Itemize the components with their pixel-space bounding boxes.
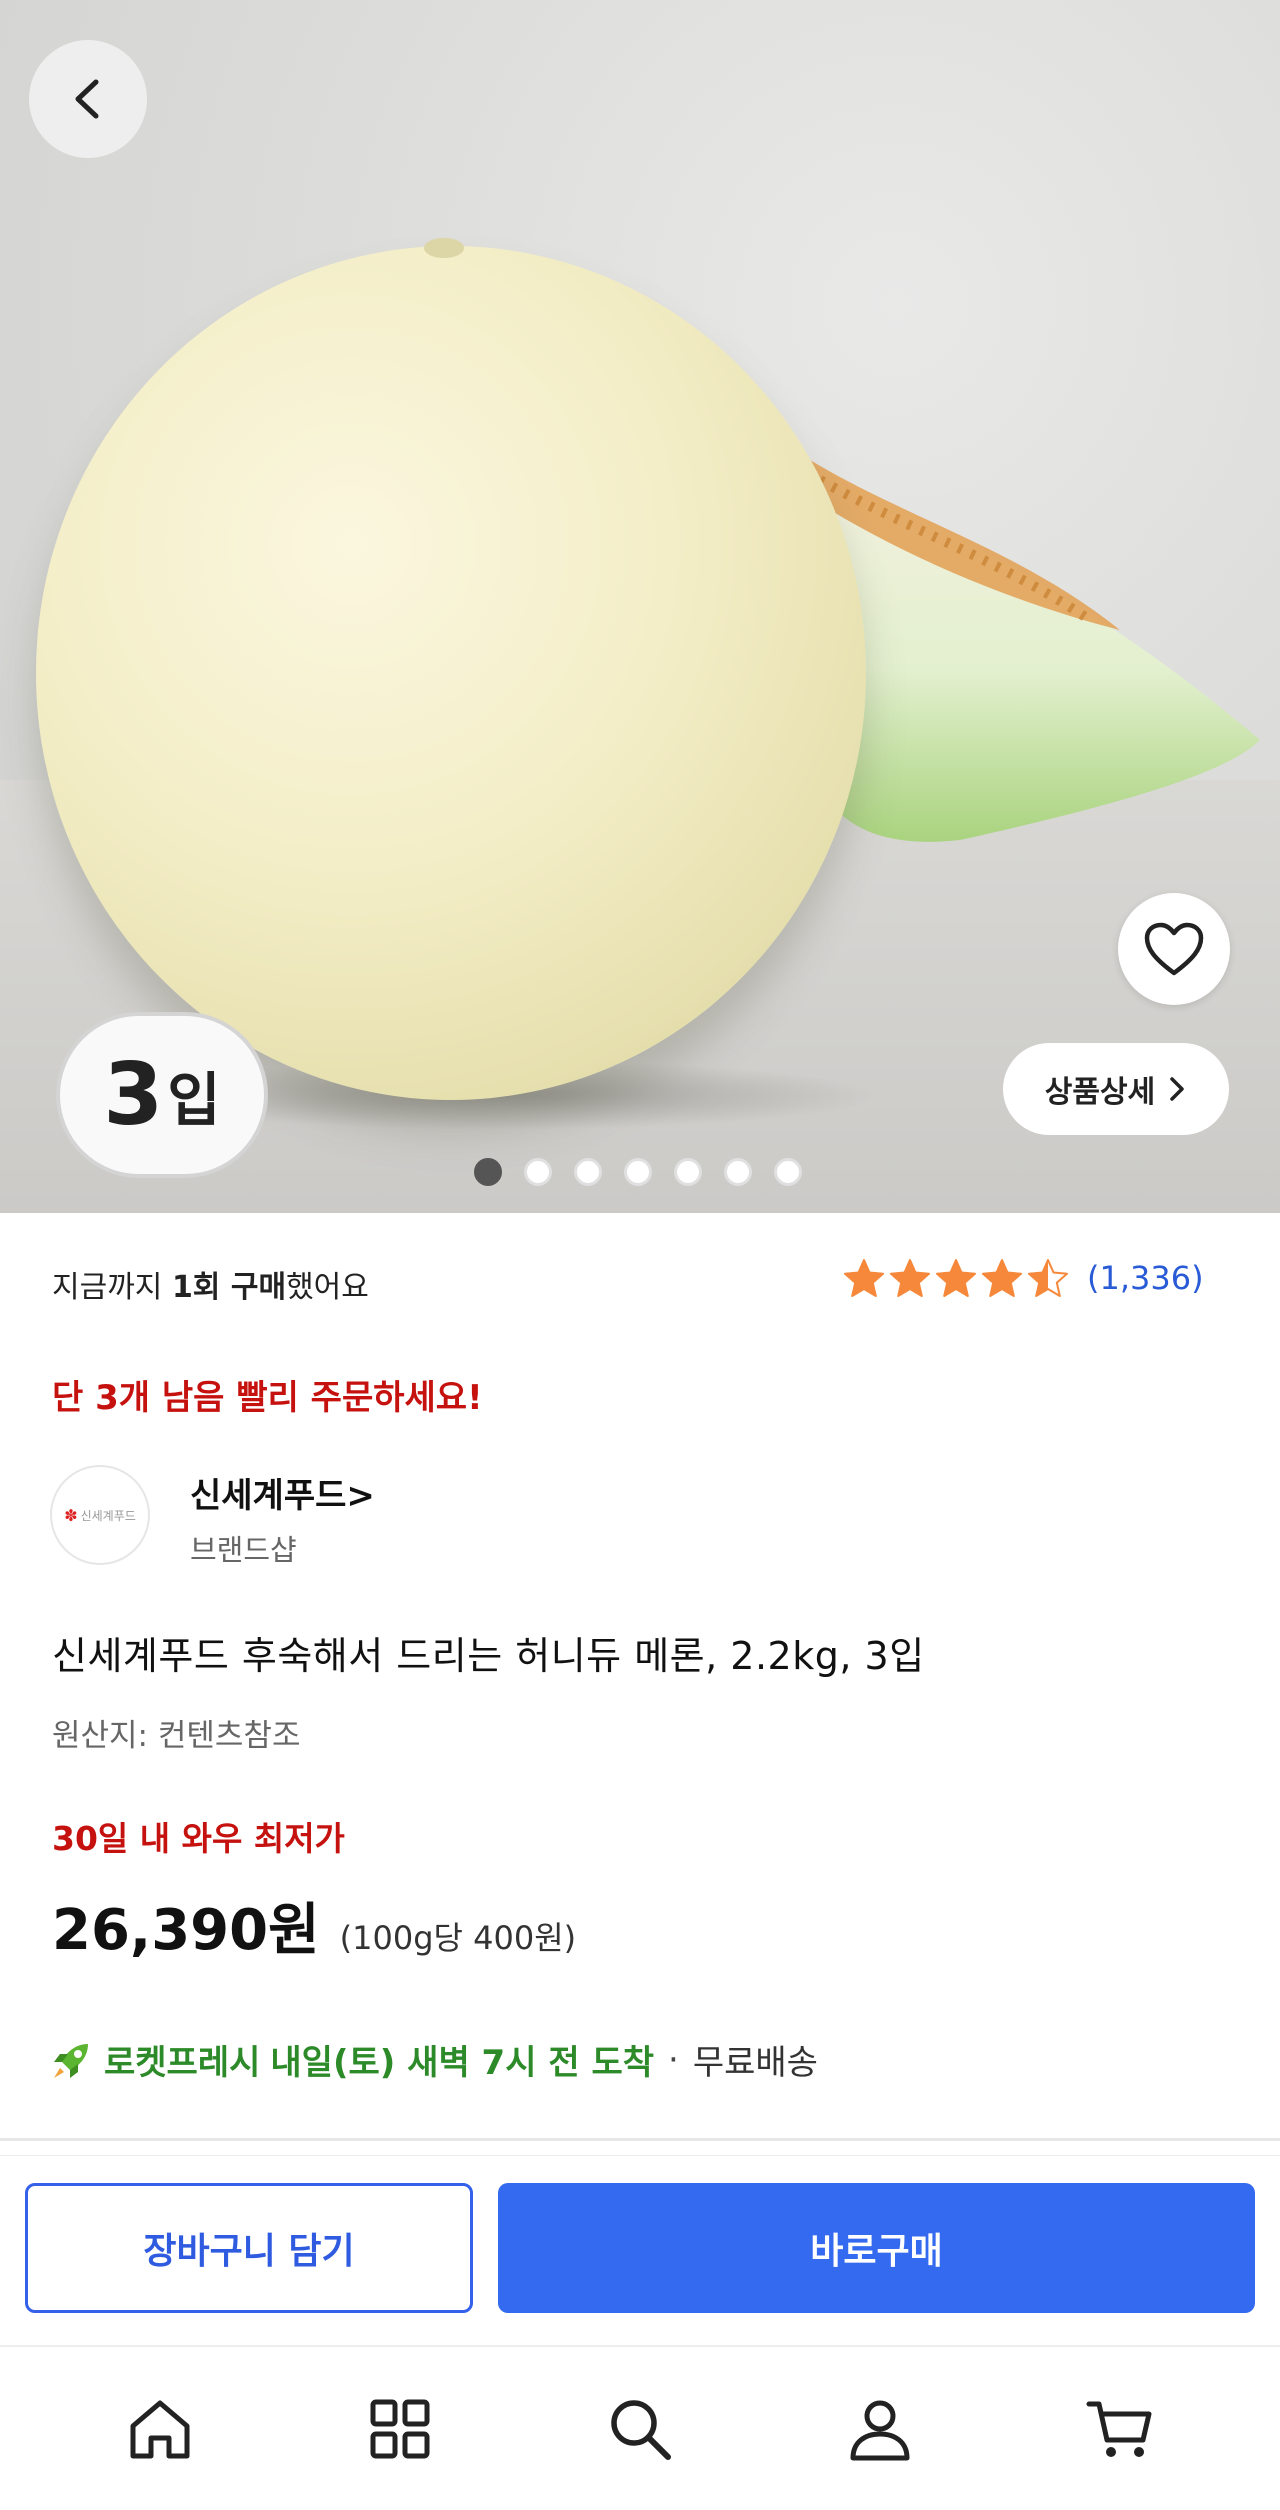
price-value: 26,390원	[52, 1898, 320, 1963]
delivery-separator: ·	[668, 2039, 679, 2080]
star-icon	[936, 1259, 976, 1297]
carousel-dot[interactable]	[624, 1158, 652, 1186]
star-icon	[890, 1259, 930, 1297]
unit-price: (100g당 400원)	[339, 1919, 577, 1957]
carousel-dot[interactable]	[724, 1158, 752, 1186]
product-title: 신세계푸드 후숙해서 드리는 허니듀 메론, 2.2kg, 3입	[52, 1634, 925, 1678]
purchase-action-bar: 장바구니 담기 바로구매	[0, 2155, 1280, 2335]
carousel-indicator	[474, 1158, 802, 1186]
shipping-fee: 무료배송	[692, 2043, 818, 2083]
product-detail-button[interactable]: 상품상세	[1003, 1043, 1229, 1135]
nav-cart[interactable]	[1070, 2379, 1170, 2479]
carousel-dot[interactable]	[774, 1158, 802, 1186]
review-count[interactable]: (1,336)	[1087, 1259, 1204, 1297]
rocket-icon	[54, 2043, 88, 2078]
bottom-navigation	[0, 2345, 1280, 2510]
star-icon	[1028, 1259, 1068, 1297]
cart-icon	[1086, 2401, 1152, 2457]
home-icon	[130, 2400, 190, 2458]
product-origin: 원산지: 컨텐츠참조	[52, 1718, 301, 1754]
wishlist-button[interactable]	[1118, 893, 1230, 1005]
delivery-info: 로켓프레시 내일(토) 새벽 7시 전 도착 · 무료배송	[50, 2035, 818, 2084]
star-icon	[982, 1259, 1022, 1297]
chevron-right-icon	[1170, 1077, 1184, 1101]
section-divider	[0, 2138, 1280, 2141]
star-icon	[844, 1259, 884, 1297]
purchase-prefix: 지금까지	[52, 1270, 172, 1305]
price-block: 26,390원 (100g당 400원)	[52, 1885, 576, 1966]
category-icon	[370, 2399, 430, 2458]
lowest-price-label: 30일 내 와우 최저가	[52, 1819, 345, 1858]
nav-my-account[interactable]	[830, 2379, 930, 2479]
carousel-dot[interactable]	[674, 1158, 702, 1186]
stock-notice: 단 3개 남음 빨리 주문하세요!	[52, 1378, 483, 1418]
star-rating	[843, 1258, 1069, 1298]
brand-name-link[interactable]: 신세계푸드>	[190, 1468, 375, 1517]
product-image-carousel[interactable]: 3입 상품상세	[0, 0, 1280, 1213]
add-to-cart-button[interactable]: 장바구니 담기	[25, 2183, 473, 2313]
delivery-service: 로켓프레시	[104, 2043, 261, 2083]
delivery-eta: 내일(토) 새벽 7시 전 도착	[270, 2043, 655, 2083]
back-button[interactable]	[29, 40, 147, 158]
buy-now-button[interactable]: 바로구매	[498, 2183, 1255, 2313]
carousel-dot[interactable]	[524, 1158, 552, 1186]
brand-logo-text: 신세계푸드	[80, 1508, 136, 1523]
search-icon	[611, 2399, 671, 2460]
carousel-dot[interactable]	[474, 1158, 502, 1186]
quantity-badge: 3입	[56, 1012, 268, 1178]
nav-home[interactable]	[110, 2379, 210, 2479]
purchase-suffix: 했어요	[286, 1270, 369, 1305]
carousel-dot[interactable]	[574, 1158, 602, 1186]
detail-button-label: 상품상세	[1044, 1075, 1156, 1110]
nav-search[interactable]	[590, 2379, 690, 2479]
rating-summary[interactable]: (1,336)	[843, 1258, 1204, 1298]
honeydew-melon-image	[36, 238, 866, 1100]
heart-icon	[1144, 922, 1204, 976]
badge-number: 3	[103, 1045, 164, 1145]
brand-logo[interactable]: ✽ 신세계푸드	[50, 1465, 150, 1565]
profile-icon	[850, 2400, 910, 2460]
brand-subtitle: 브랜드샵	[190, 1533, 297, 1567]
badge-suffix: 입	[167, 1066, 221, 1134]
nav-category[interactable]	[350, 2379, 450, 2479]
chevron-left-icon	[75, 79, 99, 119]
purchase-count: 1회 구매	[171, 1270, 287, 1305]
flower-icon: ✽	[64, 1505, 78, 1525]
